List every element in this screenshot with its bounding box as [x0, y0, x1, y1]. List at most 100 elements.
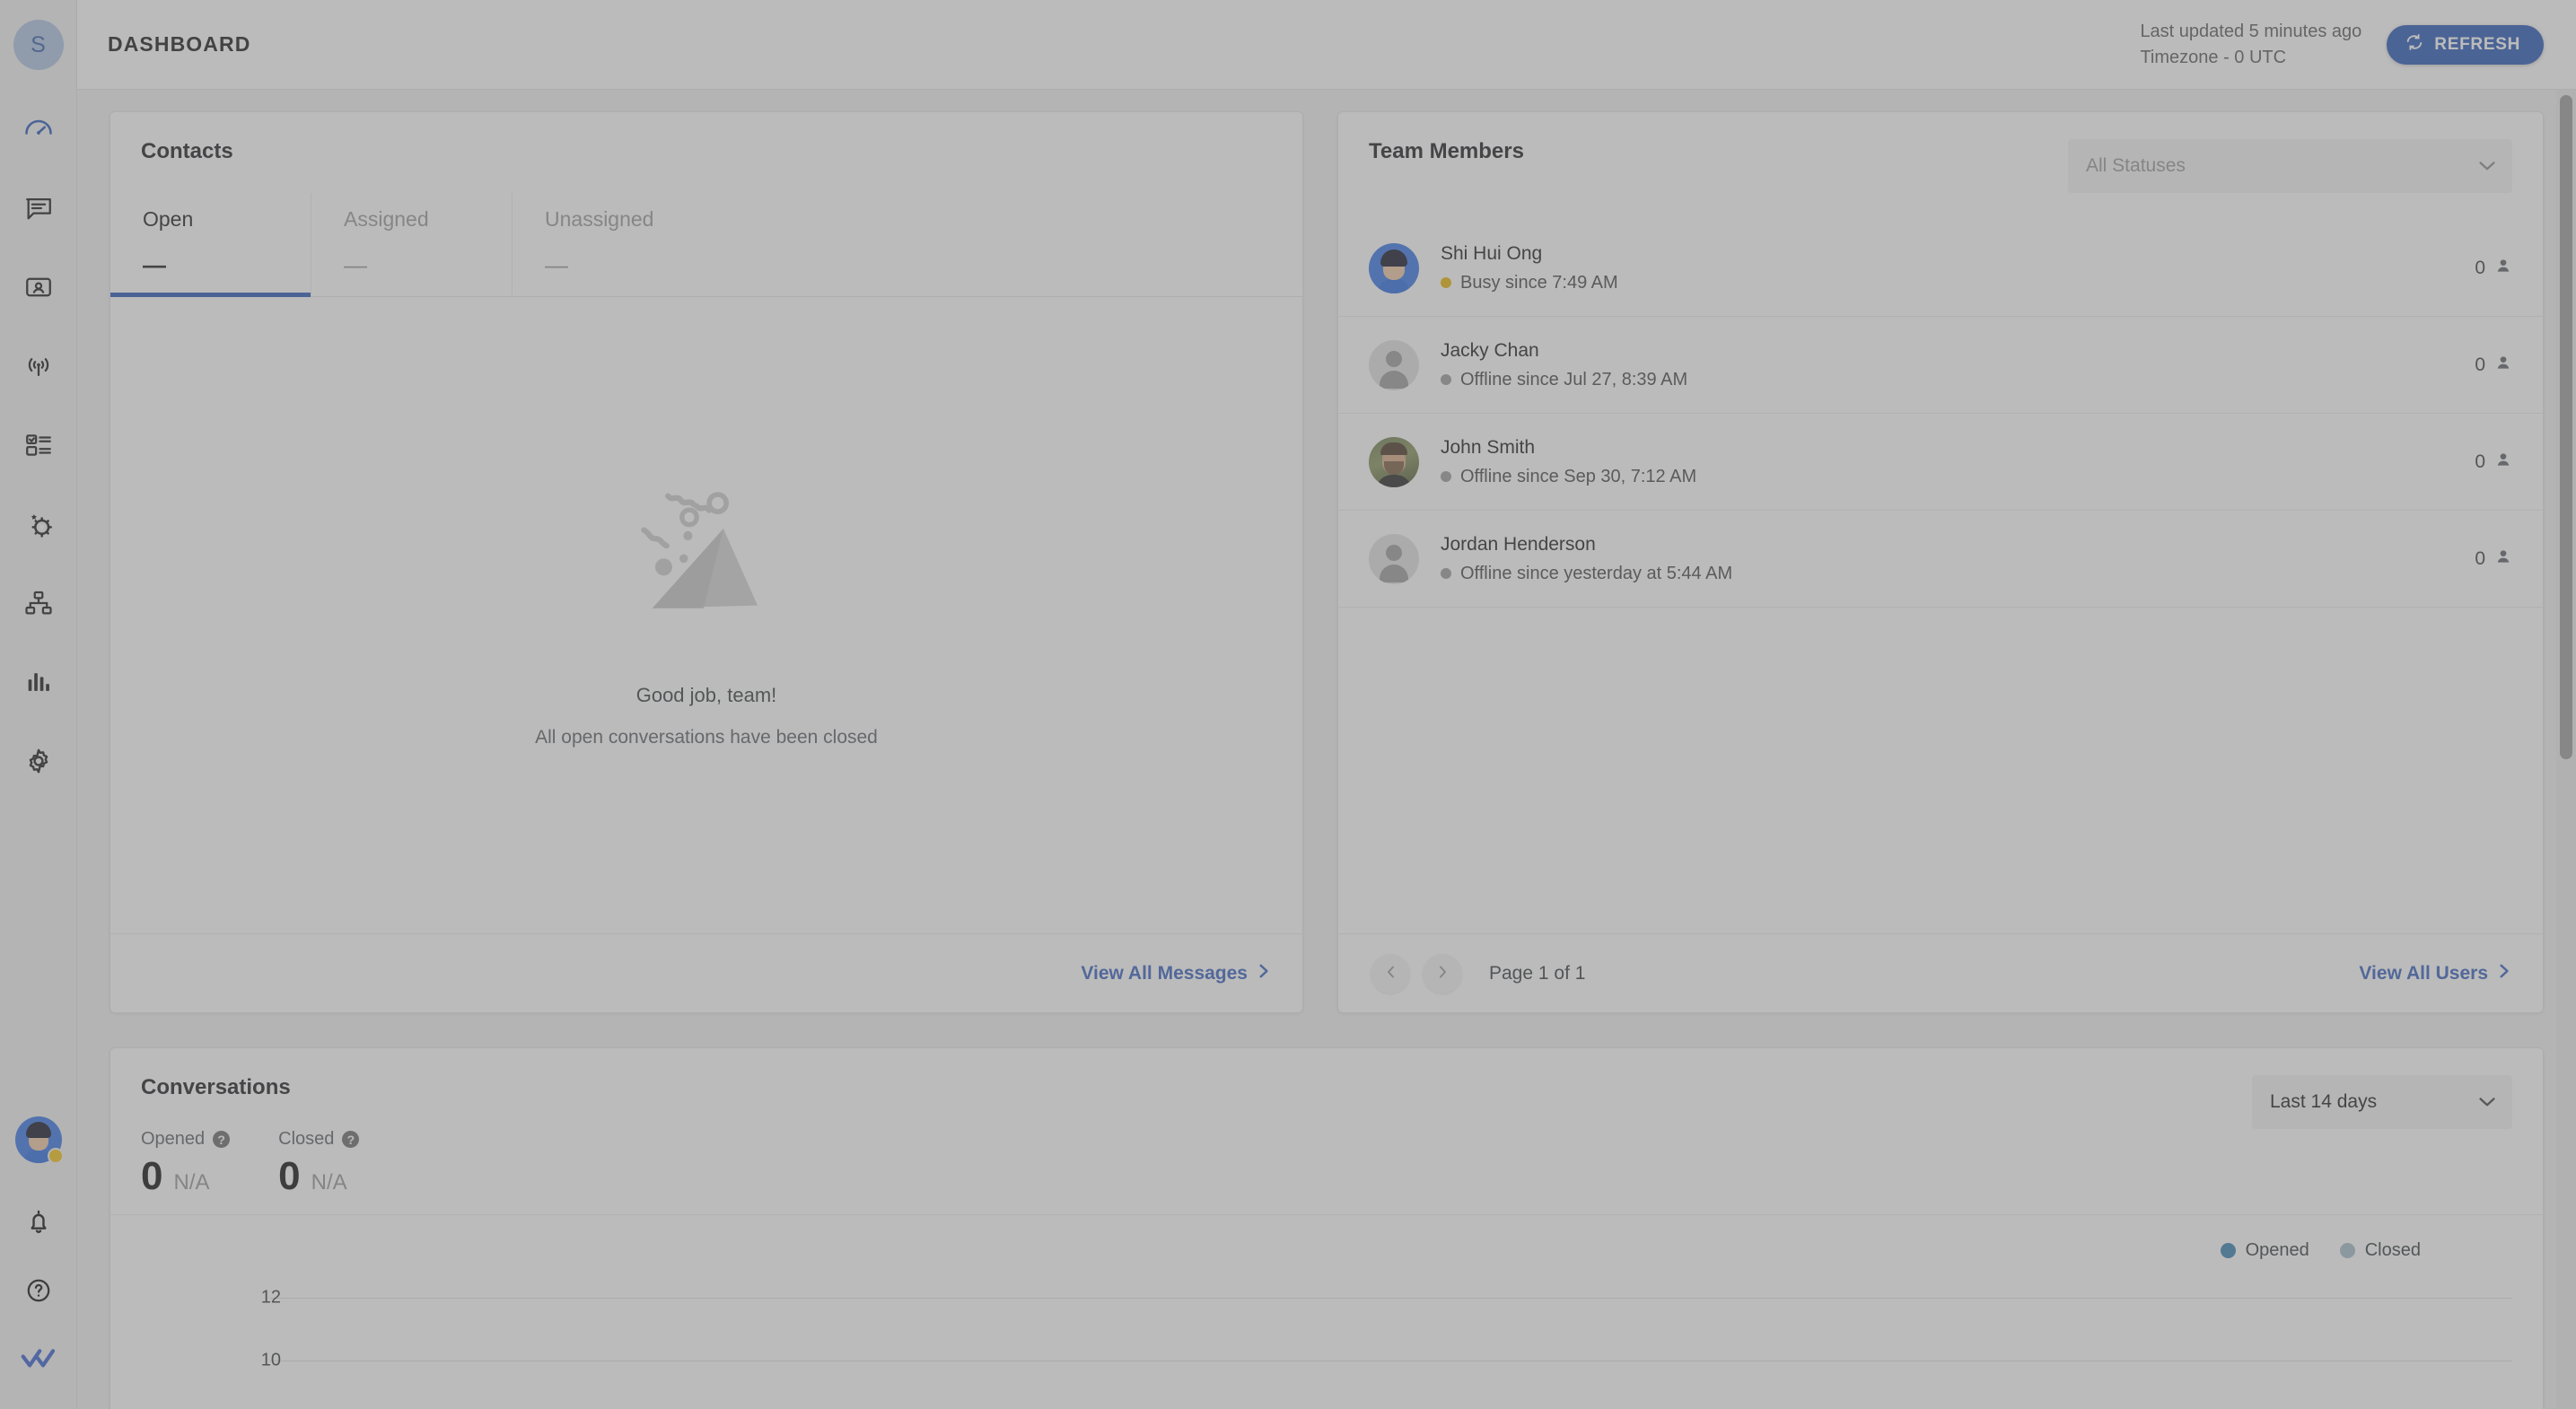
member-name: Shi Hui Ong: [1441, 242, 1543, 264]
contacts-card-header: Contacts: [110, 112, 1302, 164]
metric-opened-label: Opened: [141, 1129, 206, 1149]
main-column: DASHBOARD Last updated 5 minutes ago Tim…: [77, 0, 2576, 1409]
contacts-card: Contacts Open — Assigned — Unassigned — …: [110, 111, 1303, 1013]
member-name: John Smith: [1441, 436, 1536, 458]
team-members-card: Team Members All Statuses Shi Hui Ong Bu…: [1337, 111, 2544, 1013]
metric-opened-value: 0: [141, 1154, 163, 1198]
sidebar-item-contacts[interactable]: [0, 248, 77, 327]
avatar: [1369, 339, 1419, 390]
sidebar-item-messages[interactable]: [0, 169, 77, 248]
legend-item-closed[interactable]: Closed: [2339, 1240, 2421, 1261]
vertical-scrollbar[interactable]: [2556, 90, 2576, 1409]
view-all-messages-link[interactable]: View All Messages: [1081, 963, 1270, 985]
table-row[interactable]: Shi Hui Ong Busy since 7:49 AM 0: [1338, 220, 2543, 317]
assigned-count-value: 0: [2475, 451, 2485, 472]
metric-closed-delta: N/A: [311, 1170, 347, 1195]
status-dot-offline: [1441, 568, 1451, 579]
gridline-12: [270, 1298, 2512, 1299]
prev-page-button[interactable]: [1371, 953, 1410, 993]
legend-item-opened[interactable]: Opened: [2220, 1240, 2309, 1261]
top-bar: DASHBOARD Last updated 5 minutes ago Tim…: [77, 0, 2576, 90]
empty-state-title: Good job, team!: [635, 683, 777, 706]
conversations-title: Conversations: [141, 1075, 291, 1099]
contacts-tabs: Open — Assigned — Unassigned —: [110, 193, 1302, 297]
assigned-count-value: 0: [2475, 257, 2485, 278]
metric-closed-label: Closed: [278, 1129, 335, 1149]
status-dot-offline: [1441, 471, 1451, 482]
status-dot-busy: [1441, 277, 1451, 288]
rail-user-avatar-button[interactable]: [0, 1116, 77, 1190]
member-info: Jordan Henderson Offline since yesterday…: [1441, 534, 1732, 584]
team-card-footer: Page 1 of 1 View All Users: [1338, 933, 2543, 1012]
sidebar-item-broadcasts[interactable]: [0, 327, 77, 406]
refresh-button[interactable]: REFRESH: [2387, 24, 2544, 65]
scrollbar-thumb[interactable]: [2560, 95, 2572, 759]
sidebar-item-automations[interactable]: [0, 485, 77, 564]
pagination: Page 1 of 1: [1371, 953, 1585, 993]
chevron-down-icon: [2478, 1091, 2496, 1113]
assigned-count: 0: [2475, 257, 2512, 280]
assigned-count: 0: [2475, 547, 2512, 571]
speedometer-icon: [22, 113, 55, 145]
account-initial-avatar[interactable]: S: [13, 20, 64, 70]
chart-legend: Opened Closed: [2220, 1240, 2421, 1261]
chevron-right-icon: [1437, 965, 1449, 982]
chevron-right-icon: [1257, 963, 1270, 985]
next-page-button[interactable]: [1423, 953, 1462, 993]
left-nav-rail: S: [0, 0, 77, 1409]
metric-opened-label-row: Opened ?: [141, 1129, 231, 1150]
conversations-metrics: Opened ? 0 N/A Closed ? 0 N/A: [141, 1129, 360, 1198]
last-updated-text: Last updated 5 minutes ago: [2140, 22, 2362, 42]
view-all-users-label: View All Users: [2359, 962, 2488, 984]
tab-open-value: —: [143, 251, 166, 278]
question-circle-icon[interactable]: ?: [213, 1131, 231, 1148]
notifications-button[interactable]: [0, 1190, 77, 1258]
tab-unassigned[interactable]: Unassigned —: [513, 193, 714, 296]
tab-assigned[interactable]: Assigned —: [311, 193, 513, 296]
status-filter-select[interactable]: All Statuses: [2068, 139, 2512, 193]
last-updated-block: Last updated 5 minutes ago Timezone - 0 …: [2140, 19, 2361, 70]
metric-closed: Closed ? 0 N/A: [278, 1129, 360, 1198]
table-row[interactable]: Jacky Chan Offline since Jul 27, 8:39 AM…: [1338, 317, 2543, 414]
sidebar-item-dashboard[interactable]: [0, 90, 77, 169]
chevron-down-icon: [2478, 155, 2496, 177]
metric-opened-delta: N/A: [173, 1170, 210, 1195]
status-badge-busy: [48, 1148, 64, 1164]
brand-logo-button[interactable]: [0, 1326, 77, 1395]
member-name: Jordan Henderson: [1441, 533, 1596, 555]
avatar: [1369, 436, 1419, 487]
tab-unassigned-label: Unassigned: [545, 207, 654, 231]
metric-opened: Opened ? 0 N/A: [141, 1129, 231, 1198]
page-title: DASHBOARD: [108, 32, 251, 56]
sidebar-item-reports[interactable]: [0, 643, 77, 722]
help-button[interactable]: [0, 1258, 77, 1326]
assigned-count: 0: [2475, 451, 2512, 474]
assigned-count: 0: [2475, 354, 2512, 377]
app-root: S DASHBOARD Last updated 5 minutes ago T…: [0, 0, 2576, 1409]
conversations-chart: Opened Closed 12 10: [110, 1214, 2543, 1409]
legend-label-opened: Opened: [2245, 1240, 2309, 1260]
sidebar-item-workflows[interactable]: [0, 564, 77, 643]
view-all-users-link[interactable]: View All Users: [2359, 963, 2510, 985]
metric-closed-value: 0: [278, 1154, 301, 1198]
date-range-value: Last 14 days: [2270, 1091, 2378, 1112]
table-row[interactable]: John Smith Offline since Sep 30, 7:12 AM…: [1338, 414, 2543, 511]
date-range-select[interactable]: Last 14 days: [2252, 1075, 2512, 1129]
tab-assigned-value: —: [344, 251, 367, 278]
question-circle-icon[interactable]: ?: [342, 1131, 360, 1148]
chevron-left-icon: [1385, 965, 1397, 982]
dashboard-content: Contacts Open — Assigned — Unassigned — …: [77, 90, 2576, 1409]
refresh-button-label: REFRESH: [2434, 34, 2520, 54]
contact-card-icon: [23, 272, 54, 302]
tab-open-label: Open: [143, 207, 194, 231]
sidebar-item-settings[interactable]: [0, 722, 77, 801]
member-info: Jacky Chan Offline since Jul 27, 8:39 AM: [1441, 340, 1687, 390]
sidebar-item-tasks[interactable]: [0, 406, 77, 485]
rail-bottom-group: [0, 1116, 77, 1409]
tab-open[interactable]: Open —: [110, 193, 311, 297]
top-row: Contacts Open — Assigned — Unassigned — …: [110, 111, 2544, 1013]
contacts-empty-state: Good job, team! All open conversations h…: [110, 297, 1302, 933]
conversations-header-left: Conversations Opened ? 0 N/A Closed ? 0 …: [141, 1075, 360, 1198]
metric-closed-label-row: Closed ?: [278, 1129, 360, 1150]
table-row[interactable]: Jordan Henderson Offline since yesterday…: [1338, 511, 2543, 608]
